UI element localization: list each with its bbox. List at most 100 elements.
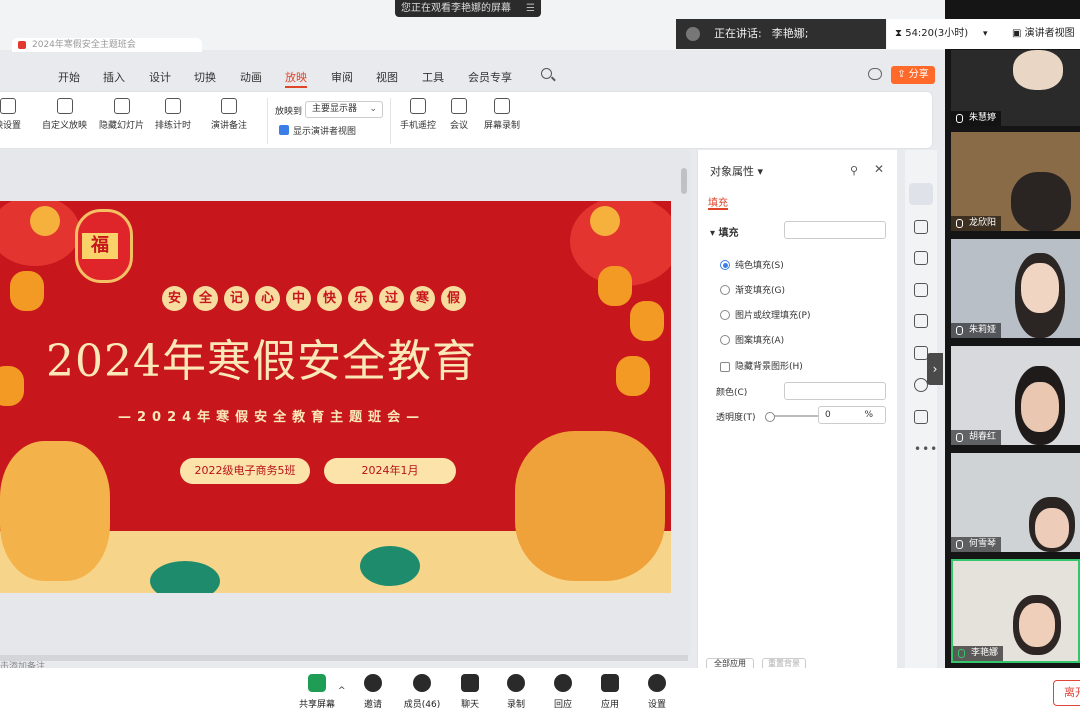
presenter-view-button[interactable]: ▣ 演讲者视图 [1012,19,1075,49]
custom-show-button[interactable]: 自定义放映 [42,98,87,131]
share-screen-button[interactable]: 共享屏幕 [295,674,339,710]
members-icon [413,674,431,692]
meeting-button[interactable]: 会议 [450,98,468,131]
fill-select[interactable] [784,221,886,239]
participant-tile[interactable]: 胡春红 [951,346,1080,445]
members-button[interactable]: 成员(46) [400,674,444,710]
presenter-view-checkbox[interactable] [279,125,289,135]
record-button[interactable]: 录制 [494,674,538,710]
star-icon[interactable] [914,220,928,234]
menu-bar: 开始 插入 设计 切换 动画 放映 审阅 视图 工具 会员专享 [0,62,945,90]
radio-picture-fill[interactable]: 图片或纹理填充(P) [720,308,810,321]
vertical-scrollbar[interactable] [681,168,687,194]
participant-tile[interactable]: 朱慧婷 [951,50,1080,126]
copy-icon[interactable] [914,251,928,265]
tools-icon[interactable] [914,314,928,328]
participant-face [1021,263,1059,313]
props-title[interactable]: 对象属性 ▾ [710,163,763,179]
properties-icon[interactable] [909,183,933,205]
more-icon[interactable]: ••• [914,442,938,456]
menu-member[interactable]: 会员专享 [468,69,512,85]
object-properties-panel: 对象属性 ▾ ⚲ ✕ 填充 ▾ 填充 纯色填充(S) 渐变填充(G) 图片或纹理… [697,150,897,668]
menu-view[interactable]: 视图 [376,69,398,85]
chat-icon [461,674,479,692]
menu-slideshow[interactable]: 放映 [285,69,307,88]
mic-off-icon [956,114,963,123]
reset-background-button[interactable]: 重置背景 [762,658,806,668]
mic-off-icon [956,540,963,549]
radio-solid-fill[interactable]: 纯色填充(S) [720,258,784,271]
chevron-down-icon[interactable]: ▾ [983,19,988,49]
participant-tile[interactable]: 朱莉娅 [951,239,1080,338]
radio-selected-icon [720,259,730,270]
transparency-input[interactable]: 0% [818,406,886,424]
meeting-header: ⧗ 54:20(3小时) ▾ ▣ 演讲者视图 [887,19,1080,49]
horizontal-scrollbar[interactable] [0,655,688,661]
slide[interactable]: 福 安全记心中快乐过寒假 2024年寒假安全教育 —2024年寒假安全教育主题班… [0,201,671,593]
book-icon[interactable] [914,346,928,360]
date-pill: 2024年1月 [324,458,456,484]
slideshow-settings-button[interactable]: 映设置 [0,98,21,131]
emoji-icon [554,674,572,692]
lamp-decoration [598,266,632,306]
menu-tools[interactable]: 工具 [422,69,444,85]
radio-gradient-fill[interactable]: 渐变填充(G) [720,283,785,296]
apps-button[interactable]: 应用 [588,674,632,710]
pin-icon[interactable]: ⚲ [850,164,858,177]
lamp-decoration [10,271,44,311]
mic-on-icon [958,649,965,658]
mic-off-icon [956,326,963,335]
color-label: 颜色(C) [716,388,748,398]
hide-slide-icon [113,98,130,114]
menu-start[interactable]: 开始 [58,69,80,85]
share-button[interactable]: ⇪ 分享 [891,66,935,84]
participant-tile-active[interactable]: 李艳娜 [951,559,1080,663]
rehearse-timing-button[interactable]: 排练计时 [155,98,191,131]
participant-face [1021,382,1059,432]
transparency-slider[interactable] [765,412,818,422]
menu-design[interactable]: 设计 [149,69,171,85]
search-icon[interactable] [541,68,552,79]
invite-button[interactable]: 邀请 [351,674,395,710]
phone-remote-button[interactable]: 手机遥控 [400,98,436,131]
chat-button[interactable]: 聊天 [448,674,492,710]
notes-placeholder[interactable]: 击添加备注 [0,659,45,668]
radio-pattern-fill[interactable]: 图案填充(A) [720,333,784,346]
menu-icon[interactable]: ☰ [526,0,535,17]
share-icon[interactable] [914,410,928,424]
ppt-icon [18,41,26,49]
gear-icon [648,674,666,692]
menu-animation[interactable]: 动画 [240,69,262,85]
fill-tab[interactable]: 填充 [708,194,728,210]
settings-button[interactable]: 设置 [635,674,679,710]
hide-background-checkbox[interactable]: 隐藏背景图形(H) [720,359,803,372]
chevron-right-icon[interactable]: › [927,353,943,385]
video-icon [451,98,467,114]
screen-record-button[interactable]: 屏幕录制 [484,98,520,131]
react-button[interactable]: 回应 [541,674,585,710]
radio-icon [720,309,730,320]
participant-tile[interactable]: 龙欣阳 [951,132,1080,231]
color-select[interactable] [784,382,886,400]
cloud-icon[interactable] [868,68,882,80]
fill-section-header[interactable]: ▾ 填充 [710,224,739,239]
menu-insert[interactable]: 插入 [103,69,125,85]
participant-face [1035,508,1069,548]
speaker-notes-button[interactable]: 演讲备注 [211,98,247,131]
document-tab[interactable]: 2024年寒假安全主题班会 [12,38,202,52]
menu-transition[interactable]: 切换 [194,69,216,85]
apply-all-button[interactable]: 全部应用 [706,658,754,668]
menu-review[interactable]: 审阅 [331,69,353,85]
help-icon[interactable] [914,378,928,392]
participant-tile[interactable]: 何雪琴 [951,453,1080,552]
hide-slide-button[interactable]: 隐藏幻灯片 [99,98,144,131]
close-icon[interactable]: ✕ [874,162,884,176]
monitor-select[interactable]: 主要显示器 ⌄ [305,101,383,118]
slide-canvas: 福 安全记心中快乐过寒假 2024年寒假安全教育 —2024年寒假安全教育主题班… [0,150,690,655]
ribbon-divider [267,98,268,144]
bottom-toolbar: 共享屏幕 邀请 成员(46) 聊天 录制 回应 应用 设置 [0,668,1080,720]
leave-button[interactable]: 离开 [1053,680,1080,706]
image-icon[interactable] [914,283,928,297]
chevron-up-icon[interactable]: ^ [338,686,346,696]
ribbon-toolbar: 映设置 自定义放映 隐藏幻灯片 排练计时 演讲备注 放映到 主要显示器⌄ 手机遥… [0,91,933,149]
